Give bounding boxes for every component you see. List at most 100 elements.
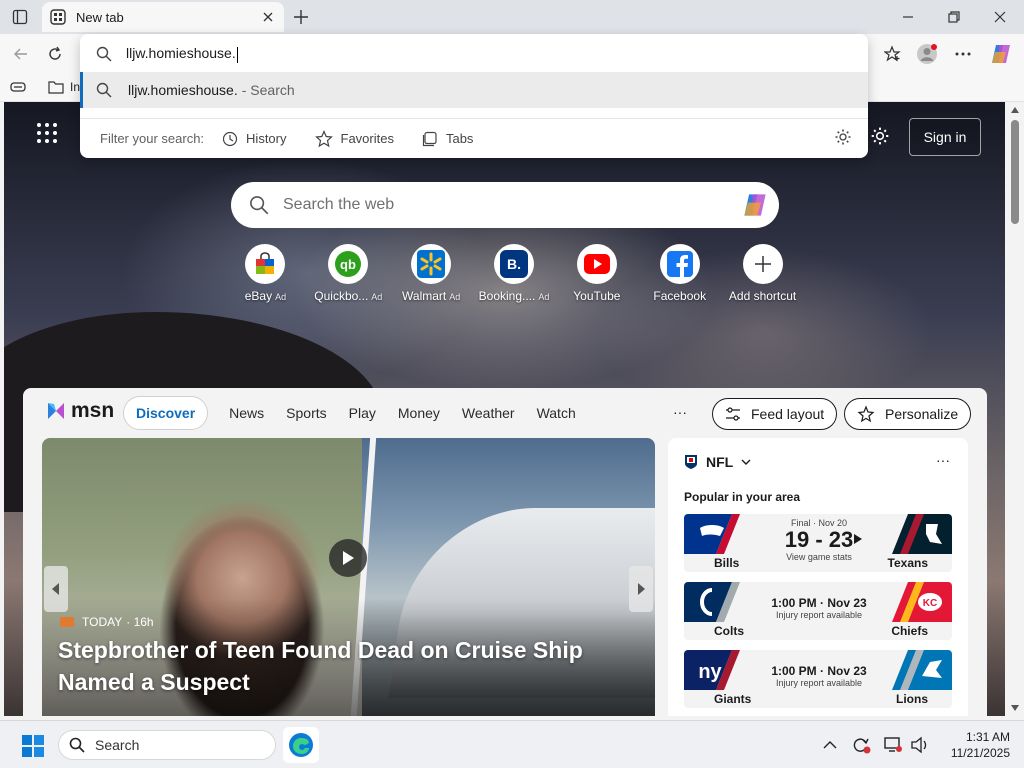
suggestion-text: lljw.homieshouse.: [128, 82, 238, 98]
nfl-title[interactable]: NFL: [684, 454, 751, 470]
booking-icon: B.: [500, 250, 528, 278]
profile-avatar[interactable]: [914, 42, 940, 66]
shortcut-quickbooks[interactable]: qb Quickbo... Ad: [307, 244, 390, 314]
search-settings-gear-icon[interactable]: [834, 128, 854, 148]
sign-in-button[interactable]: Sign in: [909, 118, 981, 156]
suggestion-hint: - Search: [241, 82, 295, 98]
facebook-icon: [666, 251, 693, 277]
tab-title: New tab: [76, 9, 124, 25]
game-row[interactable]: Final · Nov 20 19 - 23 View game stats B…: [684, 514, 952, 572]
texans-logo-icon: [892, 514, 952, 554]
refresh-button[interactable]: [42, 42, 68, 66]
apps-grid-icon[interactable]: [36, 122, 60, 146]
search-icon: [96, 82, 112, 98]
address-input[interactable]: lljw.homieshouse.: [126, 45, 238, 63]
story-headline[interactable]: Stepbrother of Teen Found Dead on Cruise…: [58, 634, 618, 698]
copilot-icon[interactable]: [988, 42, 1014, 66]
lions-logo-icon: [892, 650, 952, 690]
filter-favorites[interactable]: Favorites: [314, 129, 394, 148]
search-placeholder: Search the web: [283, 196, 395, 213]
tray-expand-icon[interactable]: [820, 735, 840, 755]
settings-more-icon[interactable]: [950, 42, 976, 66]
shortcut-facebook[interactable]: Facebook: [638, 244, 721, 314]
favorites-button[interactable]: [880, 42, 906, 66]
msn-feed: msn Discover News Sports Play Money Weat…: [23, 388, 987, 716]
restore-button[interactable]: [934, 4, 974, 30]
bills-logo-icon: [684, 514, 740, 554]
shortcut-youtube[interactable]: YouTube: [555, 244, 638, 314]
search-suggestion[interactable]: lljw.homieshouse. - Search: [80, 72, 868, 108]
sync-alert-icon[interactable]: [851, 735, 871, 755]
close-window-button[interactable]: [980, 4, 1020, 30]
colts-logo-icon: [684, 582, 740, 622]
feed-layout-button[interactable]: Feed layout: [712, 398, 838, 430]
carousel-next-button[interactable]: [629, 566, 653, 612]
tab-watch[interactable]: Watch: [537, 405, 576, 421]
reading-icon[interactable]: [10, 80, 26, 97]
nfl-card: NFL ··· Popular in your area Final · Nov…: [668, 438, 968, 716]
active-tab[interactable]: New tab: [42, 2, 284, 32]
hero-story[interactable]: TODAY · 16h Stepbrother of Teen Found De…: [42, 438, 655, 716]
story-source: TODAY · 16h: [60, 615, 154, 629]
filter-label: Filter your search:: [100, 131, 205, 146]
game-time: 1:00 PM · Nov 23: [771, 664, 867, 678]
address-bar[interactable]: lljw.homieshouse.: [80, 34, 868, 74]
shortcut-ebay[interactable]: eBay Ad: [224, 244, 307, 314]
shortcut-walmart[interactable]: Walmart Ad: [390, 244, 473, 314]
tab-money[interactable]: Money: [398, 405, 440, 421]
shortcut-add[interactable]: Add shortcut: [721, 244, 804, 314]
play-icon[interactable]: [329, 539, 367, 577]
team-right: Chiefs: [891, 624, 928, 638]
web-search-box[interactable]: Search the web: [231, 182, 779, 228]
tab-news[interactable]: News: [229, 405, 264, 421]
page-scrollbar[interactable]: [1005, 102, 1024, 716]
windows-start-icon[interactable]: [22, 735, 44, 757]
network-icon[interactable]: [883, 735, 903, 755]
system-clock[interactable]: 1:31 AM 11/21/2025: [930, 729, 1010, 761]
folder-icon: [48, 81, 64, 94]
copilot-search-icon[interactable]: [741, 192, 769, 218]
personalize-button[interactable]: Personalize: [844, 398, 972, 430]
scroll-up-icon[interactable]: [1010, 106, 1020, 114]
game-row[interactable]: ny 1:00 PM · Nov 23 Injury report availa…: [684, 650, 952, 708]
scroll-down-icon[interactable]: [1010, 704, 1020, 712]
msn-logo[interactable]: msn: [45, 398, 114, 424]
caret-right-icon: [854, 534, 862, 544]
feed-nav: Discover News Sports Play Money Weather …: [123, 396, 587, 430]
tab-weather[interactable]: Weather: [462, 405, 515, 421]
new-tab-page: Sign in Search the web eBay Ad qb Quickbo…: [4, 102, 1005, 716]
game-row[interactable]: 1:00 PM · Nov 23 Injury report available…: [684, 582, 952, 640]
feed-more-button[interactable]: ···: [673, 404, 687, 420]
volume-icon[interactable]: [910, 735, 930, 755]
team-left: Colts: [714, 624, 744, 638]
page-settings-gear-icon[interactable]: [870, 126, 890, 146]
filter-tabs[interactable]: Tabs: [422, 131, 473, 147]
nfl-more-button[interactable]: ···: [936, 452, 950, 468]
walmart-spark-icon: [417, 250, 446, 278]
carousel-prev-button[interactable]: [44, 566, 68, 612]
scrollbar-thumb[interactable]: [1011, 120, 1019, 224]
youtube-icon: [583, 254, 610, 274]
svg-text:ny: ny: [698, 661, 722, 683]
taskbar: Search 1:31 AM 11/21/2025: [0, 720, 1024, 768]
minimize-button[interactable]: [888, 4, 928, 30]
edge-taskbar-icon[interactable]: [283, 727, 319, 763]
tab-play[interactable]: Play: [349, 405, 376, 421]
favorite-item[interactable]: In: [48, 80, 80, 94]
new-tab-button[interactable]: [290, 6, 312, 28]
filter-history[interactable]: History: [222, 131, 287, 147]
shortcut-booking[interactable]: B. Booking.... Ad: [473, 244, 556, 314]
back-button[interactable]: [8, 42, 34, 66]
search-icon: [69, 737, 85, 753]
svg-text:qb: qb: [340, 257, 356, 272]
tab-actions-icon[interactable]: [8, 6, 32, 28]
taskbar-search[interactable]: Search: [58, 730, 276, 760]
team-right: Lions: [896, 692, 928, 706]
giants-logo-icon: ny: [684, 650, 740, 690]
filter-row: Filter your search: History Favorites Ta…: [80, 118, 868, 158]
today-logo-icon: [60, 617, 74, 627]
newtab-favicon-icon: [50, 9, 66, 25]
close-tab-icon[interactable]: [260, 9, 276, 25]
tab-discover[interactable]: Discover: [123, 396, 209, 430]
tab-sports[interactable]: Sports: [286, 405, 326, 421]
